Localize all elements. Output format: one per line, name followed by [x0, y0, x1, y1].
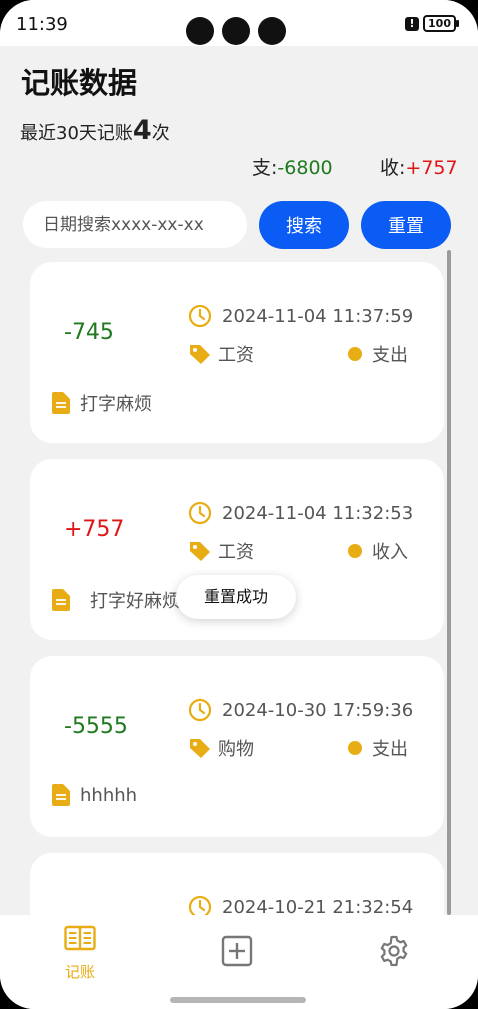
document-icon	[52, 784, 70, 806]
document-icon	[52, 392, 70, 414]
app-screen: 11:39 ! 100 记账数据 最近30天记账4次 支:-6800 收:+75…	[0, 0, 478, 1009]
direction-dot-icon	[348, 741, 362, 755]
record-note-row: 打字好麻烦	[52, 587, 180, 613]
record-datetime: 2024-10-21 21:32:54	[222, 896, 414, 916]
camera-dot	[258, 17, 286, 45]
clock-icon	[188, 501, 212, 525]
summary-count: 4	[132, 115, 152, 146]
book-icon	[64, 925, 96, 951]
document-icon	[52, 589, 70, 611]
direction-dot-icon	[348, 544, 362, 558]
alert-icon: !	[405, 16, 420, 31]
record-note-row: hhhhh	[52, 784, 137, 806]
clock-icon	[188, 304, 212, 328]
record-card[interactable]: -745 2024-11-04 11:37:59 工资 支出 打字麻烦	[30, 262, 444, 443]
summary-prefix: 最近30天记账	[20, 123, 133, 144]
income-label: 收:	[380, 157, 406, 179]
scrollbar[interactable]	[447, 250, 451, 915]
status-bar: 11:39 ! 100	[0, 0, 478, 46]
record-direction: 支出	[372, 739, 408, 760]
clock-icon	[188, 895, 212, 915]
camera-dot	[186, 17, 214, 45]
status-icons: ! 100	[405, 15, 459, 32]
clock-icon	[188, 698, 212, 722]
record-category: 购物	[218, 739, 254, 760]
record-note-row: 打字麻烦	[52, 390, 152, 416]
tag-icon	[190, 542, 210, 561]
record-time-row: 2024-11-04 11:32:53	[188, 501, 413, 525]
income-total: 收:+757	[380, 153, 458, 180]
record-note: 打字麻烦	[80, 394, 152, 415]
record-time-row: 2024-11-04 11:37:59	[188, 304, 413, 328]
page-title: 记账数据	[21, 66, 138, 100]
reset-button[interactable]: 重置	[361, 201, 451, 249]
status-time: 11:39	[16, 14, 68, 35]
summary-text: 最近30天记账4次	[20, 115, 170, 146]
record-category-row: 工资 支出	[188, 341, 408, 367]
tag-icon	[190, 739, 210, 758]
tab-bookkeeping[interactable]: 记账	[45, 925, 115, 982]
record-category: 工资	[218, 345, 254, 366]
add-icon	[221, 935, 253, 967]
home-indicator[interactable]	[170, 997, 306, 1003]
record-amount: +757	[64, 517, 125, 542]
direction-dot-icon	[348, 347, 362, 361]
income-value: +757	[405, 157, 458, 179]
record-category-row: 工资 收入	[188, 538, 408, 564]
expense-label: 支:	[252, 157, 278, 179]
expense-total: 支:-6800	[252, 153, 333, 180]
record-datetime: 2024-11-04 11:32:53	[222, 502, 414, 524]
record-note: hhhhh	[80, 784, 138, 806]
record-direction: 支出	[372, 345, 408, 366]
tag-icon	[190, 345, 210, 364]
record-note: 打字好麻烦	[90, 591, 180, 612]
record-amount: -5555	[64, 714, 128, 739]
record-time-row: 2024-10-21 21:32:54	[188, 895, 413, 915]
record-time-row: 2024-10-30 17:59:36	[188, 698, 413, 722]
tab-add[interactable]	[202, 935, 272, 971]
date-search-input[interactable]	[23, 201, 247, 248]
expense-value: -6800	[277, 157, 333, 179]
record-datetime: 2024-10-30 17:59:36	[222, 699, 414, 721]
record-card[interactable]: -5555 2024-10-30 17:59:36 购物 支出 hhhhh	[30, 656, 444, 837]
bottom-tabbar: 记账	[0, 915, 478, 1009]
search-button[interactable]: 搜索	[259, 201, 349, 249]
battery-icon: 100	[423, 15, 459, 32]
toast-message: 重置成功	[176, 575, 296, 619]
record-amount: -745	[64, 320, 114, 345]
tab-settings[interactable]	[359, 935, 429, 971]
gear-icon	[380, 935, 408, 967]
record-category: 工资	[218, 542, 254, 563]
record-datetime: 2024-11-04 11:37:59	[222, 305, 414, 327]
record-category-row: 购物 支出	[188, 735, 408, 761]
tab-label: 记账	[64, 963, 95, 981]
record-card[interactable]: 2024-10-21 21:32:54	[30, 853, 444, 915]
camera-dot	[222, 17, 250, 45]
summary-suffix: 次	[151, 123, 170, 144]
record-direction: 收入	[372, 542, 408, 563]
